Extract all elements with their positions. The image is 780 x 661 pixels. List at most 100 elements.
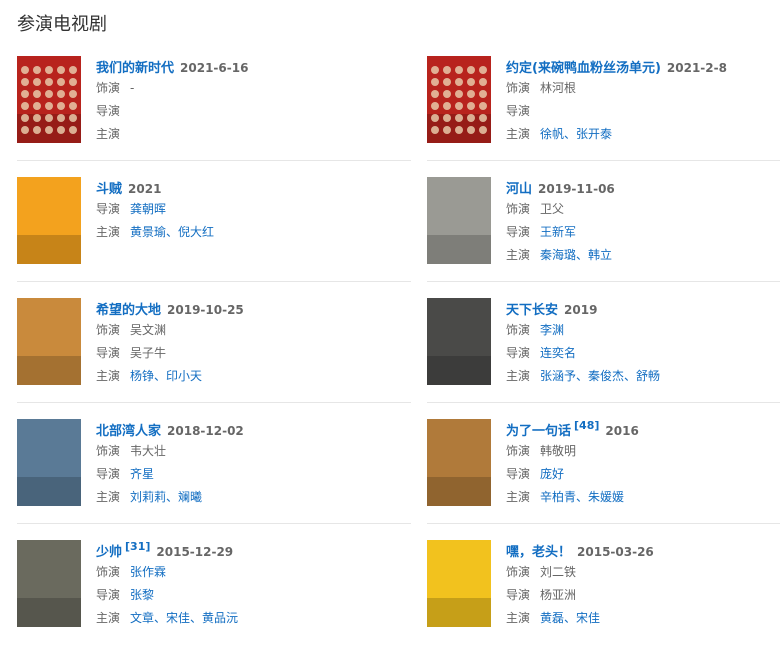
air-date: 2019-11-06 bbox=[538, 182, 615, 196]
column-gap bbox=[411, 56, 427, 177]
credit-row: 主演 黄景瑜、倪大红 bbox=[96, 221, 411, 244]
credit-row: 饰演 林河根 bbox=[506, 77, 780, 100]
credit-row: 饰演 韩敬明 bbox=[506, 440, 780, 463]
drama-poster[interactable] bbox=[17, 540, 81, 627]
credit-value[interactable]: 文章、宋佳、黄品沅 bbox=[130, 611, 238, 625]
drama-info: 希望的大地 2019-10-25 饰演 吴文渊 导演 吴子牛 主演 杨铮、印小天 bbox=[96, 299, 411, 388]
drama-title-link[interactable]: 希望的大地 bbox=[96, 303, 161, 318]
drama-poster[interactable] bbox=[427, 298, 491, 385]
poster-art bbox=[17, 298, 81, 385]
drama-title-link[interactable]: 我们的新时代 bbox=[96, 61, 174, 76]
credit-value: - bbox=[130, 81, 135, 95]
credit-row: 主演 黄磊、宋佳 bbox=[506, 607, 780, 630]
credit-row: 主演 刘莉莉、斓曦 bbox=[96, 486, 411, 509]
drama-info: 北部湾人家 2018-12-02 饰演 韦大壮 导演 齐星 主演 刘莉莉、斓曦 bbox=[96, 420, 411, 509]
credit-value[interactable]: 黄磊、宋佳 bbox=[540, 611, 600, 625]
credit-value[interactable]: 黄景瑜、倪大红 bbox=[130, 225, 214, 239]
column-gap bbox=[411, 177, 427, 298]
credit-value[interactable]: 张作霖 bbox=[130, 565, 166, 579]
title-line: 少帅 [31] 2015-12-29 bbox=[96, 540, 411, 561]
air-date: 2021-2-8 bbox=[666, 61, 727, 75]
credit-value[interactable]: 张黎 bbox=[130, 588, 154, 602]
drama-info: 天下长安 2019 饰演 李渊 导演 连奕名 主演 张涵予、秦俊杰、舒畅 bbox=[506, 299, 780, 388]
air-date: 2019-10-25 bbox=[167, 303, 244, 317]
credit-value[interactable]: 王新军 bbox=[540, 225, 576, 239]
drama-item: 我们的新时代 2021-6-16 饰演 - 导演 主演 bbox=[17, 56, 411, 177]
credit-value[interactable]: 刘莉莉、斓曦 bbox=[130, 490, 202, 504]
air-date: 2015-03-26 bbox=[577, 545, 654, 559]
credit-value[interactable]: 秦海璐、韩立 bbox=[540, 248, 612, 262]
air-date: 2015-12-29 bbox=[156, 545, 234, 559]
credit-value[interactable]: 龚朝晖 bbox=[130, 202, 166, 216]
drama-poster[interactable] bbox=[17, 419, 81, 506]
drama-poster[interactable] bbox=[427, 56, 491, 143]
credit-label: 导演 bbox=[96, 104, 121, 118]
credit-label: 主演 bbox=[506, 127, 531, 141]
credit-value[interactable]: 辛柏青、朱媛媛 bbox=[540, 490, 624, 504]
reference-link[interactable]: [31] bbox=[125, 540, 150, 553]
credit-label: 导演 bbox=[96, 346, 121, 360]
drama-title-link[interactable]: 斗贼 bbox=[96, 182, 122, 197]
drama-item: 为了一句话 [48] 2016 饰演 韩敬明 导演 庞好 主演 辛柏青、朱媛媛 bbox=[427, 419, 780, 540]
credit-label: 导演 bbox=[96, 588, 121, 602]
drama-title-link[interactable]: 天下长安 bbox=[506, 303, 558, 318]
credit-row: 导演 bbox=[506, 100, 780, 123]
drama-title-link[interactable]: 约定(来碗鸭血粉丝汤单元) bbox=[506, 61, 661, 76]
poster-art bbox=[17, 540, 81, 627]
credit-row: 导演 吴子牛 bbox=[96, 342, 411, 365]
credit-value: 韦大壮 bbox=[130, 444, 167, 458]
credit-label: 导演 bbox=[506, 346, 531, 360]
drama-info: 为了一句话 [48] 2016 饰演 韩敬明 导演 庞好 主演 辛柏青、朱媛媛 bbox=[506, 419, 780, 509]
credit-value: 林河根 bbox=[540, 81, 577, 95]
credit-value[interactable]: 连奕名 bbox=[540, 346, 576, 360]
credit-label: 饰演 bbox=[506, 81, 531, 95]
drama-title-link[interactable]: 河山 bbox=[506, 182, 532, 197]
title-line: 我们的新时代 2021-6-16 bbox=[96, 57, 411, 77]
title-line: 天下长安 2019 bbox=[506, 299, 780, 319]
drama-poster[interactable] bbox=[427, 419, 491, 506]
credit-label: 饰演 bbox=[506, 323, 531, 337]
credit-value[interactable]: 杨铮、印小天 bbox=[130, 369, 202, 383]
title-line: 希望的大地 2019-10-25 bbox=[96, 299, 411, 319]
drama-poster[interactable] bbox=[17, 177, 81, 264]
credit-value[interactable]: 庞好 bbox=[540, 467, 564, 481]
poster-art bbox=[17, 419, 81, 506]
title-line: 斗贼 2021 bbox=[96, 178, 411, 198]
drama-poster[interactable] bbox=[427, 540, 491, 627]
credit-row: 主演 张涵予、秦俊杰、舒畅 bbox=[506, 365, 780, 388]
drama-item: 北部湾人家 2018-12-02 饰演 韦大壮 导演 齐星 主演 刘莉莉、斓曦 bbox=[17, 419, 411, 540]
credit-label: 饰演 bbox=[96, 444, 121, 458]
credit-row: 导演 bbox=[96, 100, 411, 123]
poster-art bbox=[427, 56, 491, 143]
credit-value[interactable]: 徐帆、张开泰 bbox=[540, 127, 612, 141]
drama-poster[interactable] bbox=[427, 177, 491, 264]
credit-value[interactable]: 齐星 bbox=[130, 467, 154, 481]
air-date: 2021 bbox=[128, 182, 162, 196]
credit-value[interactable]: 张涵予、秦俊杰、舒畅 bbox=[540, 369, 660, 383]
drama-info: 少帅 [31] 2015-12-29 饰演 张作霖 导演 张黎 主演 文章、宋佳、黄品沅 bbox=[96, 540, 411, 630]
credit-label: 主演 bbox=[96, 225, 121, 239]
credit-row: 导演 连奕名 bbox=[506, 342, 780, 365]
title-line: 河山 2019-11-06 bbox=[506, 178, 780, 198]
drama-poster[interactable] bbox=[17, 56, 81, 143]
credit-value[interactable]: 李渊 bbox=[540, 323, 564, 337]
drama-title-link[interactable]: 少帅 bbox=[96, 545, 122, 560]
reference-link[interactable]: [48] bbox=[574, 419, 599, 432]
credit-value: 韩敬明 bbox=[540, 444, 577, 458]
drama-poster[interactable] bbox=[17, 298, 81, 385]
credit-row: 饰演 - bbox=[96, 77, 411, 100]
poster-art bbox=[427, 419, 491, 506]
credit-row: 主演 杨铮、印小天 bbox=[96, 365, 411, 388]
credit-label: 饰演 bbox=[96, 565, 121, 579]
drama-title-link[interactable]: 北部湾人家 bbox=[96, 424, 161, 439]
credit-label: 导演 bbox=[506, 467, 531, 481]
title-line: 嘿，老头！ 2015-03-26 bbox=[506, 541, 780, 561]
credit-row: 饰演 刘二铁 bbox=[506, 561, 780, 584]
tv-drama-grid: 我们的新时代 2021-6-16 饰演 - 导演 主演 约定(来碗鸭血粉丝汤单元) 2021-… bbox=[17, 56, 780, 661]
credit-label: 主演 bbox=[506, 248, 531, 262]
credit-value: 杨亚洲 bbox=[540, 588, 577, 602]
credit-row: 饰演 张作霖 bbox=[96, 561, 411, 584]
drama-title-link[interactable]: 为了一句话 bbox=[506, 424, 571, 439]
drama-title-link[interactable]: 嘿，老头！ bbox=[506, 545, 571, 560]
poster-art bbox=[427, 298, 491, 385]
